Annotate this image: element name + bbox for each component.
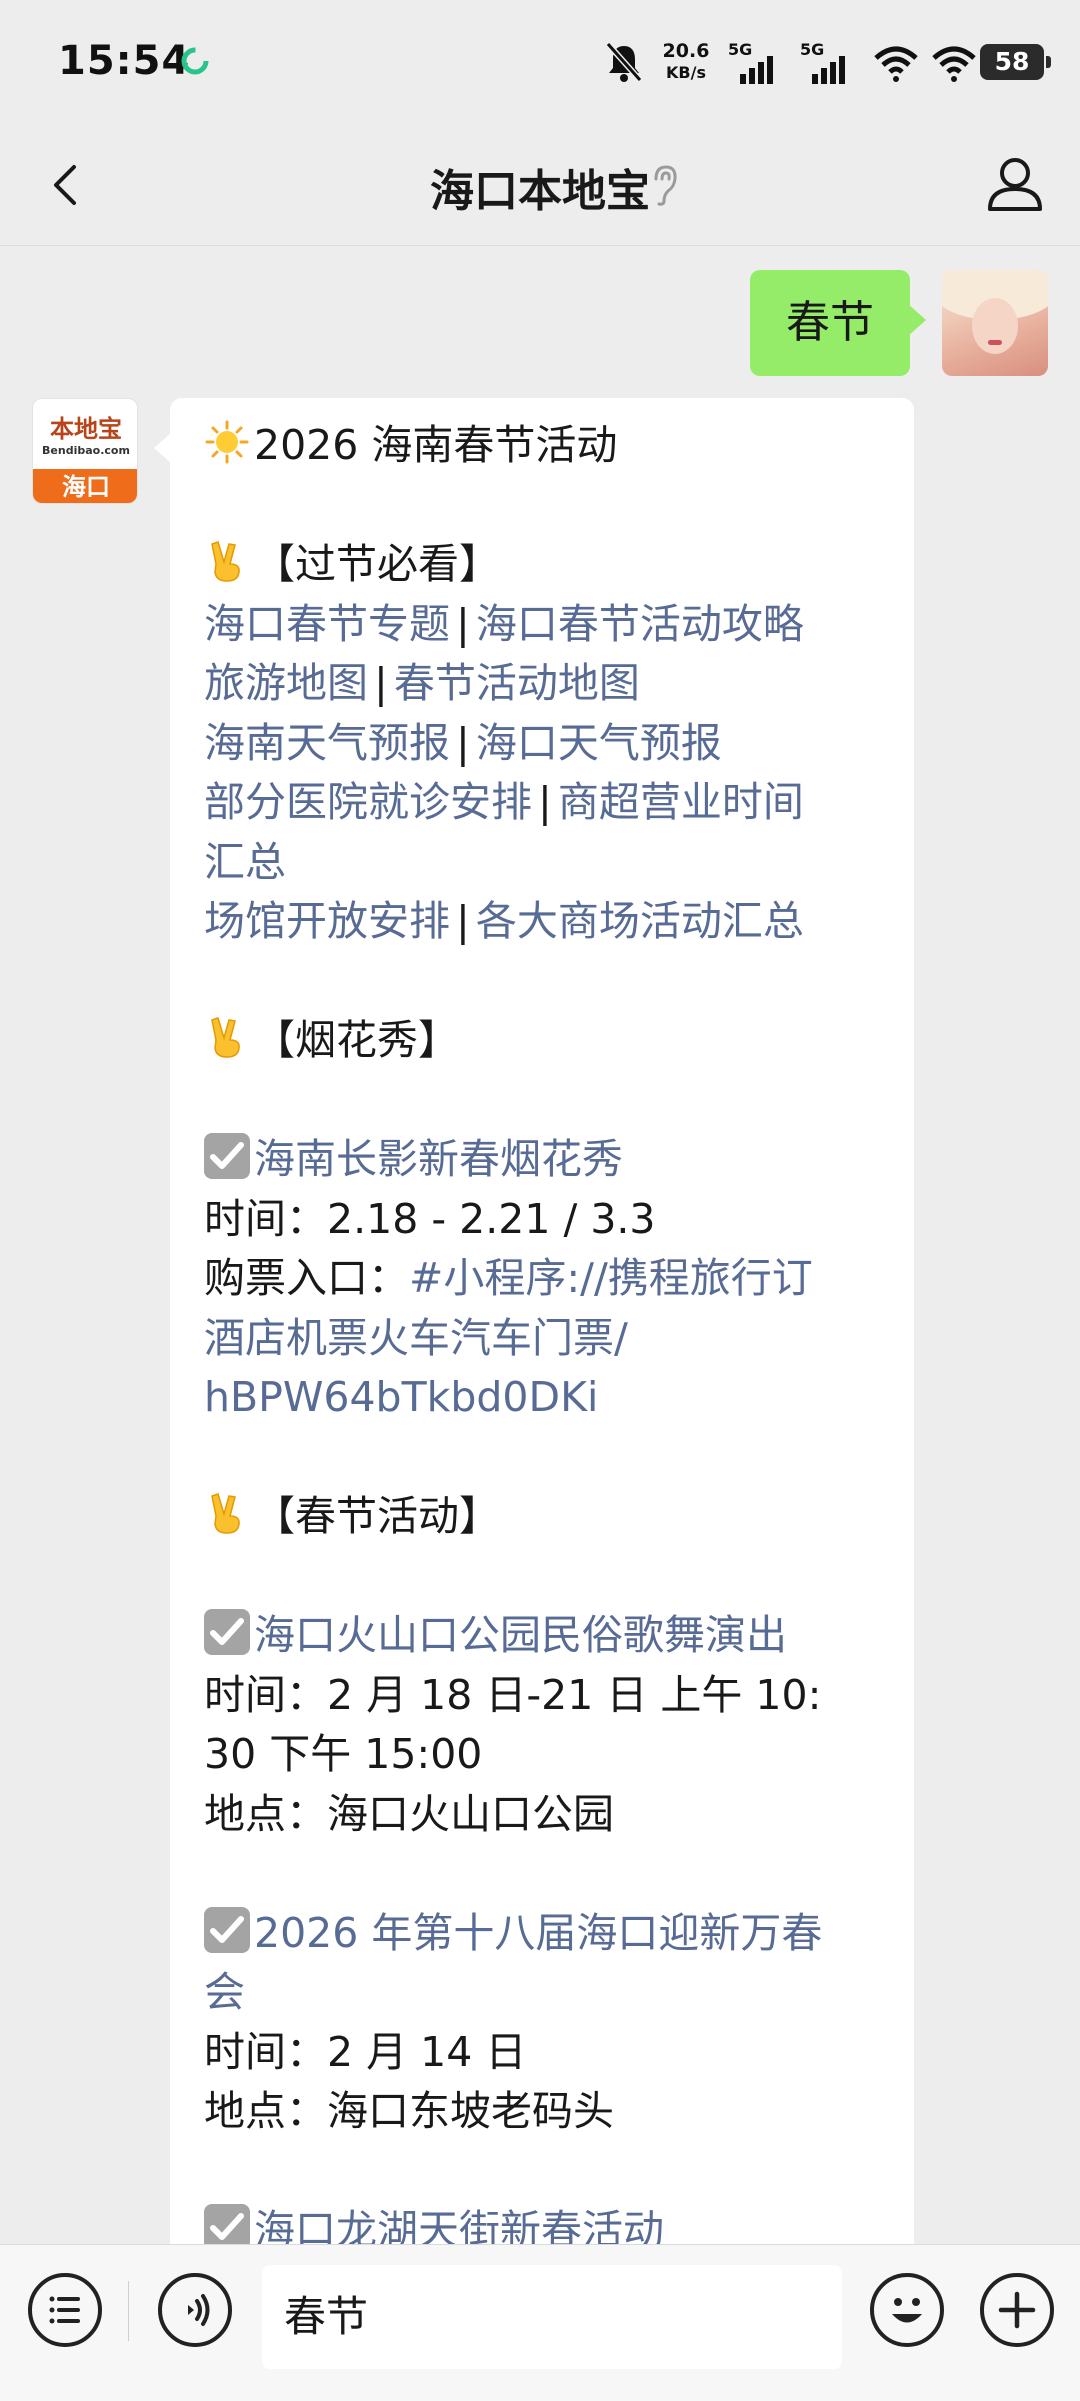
user-avatar[interactable]	[942, 270, 1048, 376]
check-box-icon	[204, 2204, 250, 2244]
chat-area[interactable]: 春节 本地宝 Bendibao.com 海口 2026 海南春节活动 【过节必看…	[0, 246, 1080, 2244]
link-store-hours-cont[interactable]: 汇总	[204, 838, 286, 886]
link-ticket-miniprogram-cont[interactable]: 酒店机票火车汽车门票/	[204, 1314, 628, 1362]
signal-sim2-icon: 5G	[800, 40, 870, 86]
victory-hand-icon	[211, 1493, 240, 1534]
ticket-line-cont: hBPW64bTkbd0DKi	[204, 1368, 880, 1428]
event-title-line: 海口火山口公园民俗歌舞演出	[204, 1606, 880, 1666]
chat-title: 海口本地宝	[430, 166, 650, 217]
signal-sim1-icon: 5G	[728, 40, 798, 86]
message-input[interactable]	[262, 2265, 842, 2369]
list-icon	[49, 2296, 80, 2324]
check-box-icon	[204, 1906, 250, 1953]
link-store-hours[interactable]: 商超营业时间	[558, 778, 804, 826]
link-row: 海口春节专题 | 海口春节活动攻略	[204, 599, 804, 648]
ticket-line-cont: 酒店机票火车汽车门票/	[204, 1309, 880, 1369]
emoji-button[interactable]	[870, 2273, 944, 2347]
app-notification-icon	[181, 47, 209, 75]
wifi-icon	[874, 46, 918, 82]
check-box-icon	[204, 1133, 250, 1179]
link-mall-events[interactable]: 各大商场活动汇总	[476, 897, 804, 945]
link-haikou-spring-topic[interactable]: 海口春节专题	[204, 600, 450, 648]
ear-icon	[654, 165, 677, 206]
link-row: 旅游地图 | 春节活动地图	[204, 659, 640, 707]
event-place: 地点：海口东坡老码头	[204, 2087, 614, 2135]
sent-message-bubble[interactable]: 春节	[750, 270, 926, 376]
event-time-cont: 30 下午 15:00	[204, 1730, 483, 1778]
network-speed: 20.6 KB/s	[662, 40, 710, 82]
link-event-longhu-street[interactable]: 海口龙湖天街新春活动	[254, 2206, 664, 2244]
event-title-line: 2026 年第十八届海口迎新万春	[204, 1904, 880, 1964]
link-hospital-schedule[interactable]: 部分医院就诊安排	[204, 778, 532, 826]
ticket-line: 购票入口：#小程序://携程旅行订	[204, 1254, 813, 1302]
link-haikou-spring-guide[interactable]: 海口春节活动攻略	[476, 600, 804, 648]
mute-bell-icon	[605, 42, 643, 82]
reply-title: 2026 海南春节活动	[254, 421, 618, 469]
event-title-cont: 会	[204, 1963, 880, 2023]
section-header-fireworks: 【烟花秀】	[204, 1011, 880, 1071]
section-header-spring-events: 【春节活动】	[204, 1487, 880, 1547]
nav-bar: 海口本地宝	[0, 125, 1080, 246]
link-activity-map[interactable]: 春节活动地图	[394, 659, 640, 707]
plus-icon	[998, 2291, 1036, 2329]
link-hainan-weather[interactable]: 海南天气预报	[204, 719, 450, 767]
battery-indicator: 58	[980, 44, 1051, 80]
link-row: 汇总	[204, 833, 880, 893]
section-header-must-see: 【过节必看】	[204, 535, 880, 595]
sent-message-row: 春节	[0, 258, 1080, 376]
link-row: 部分医院就诊安排 | 商超营业时间	[204, 778, 804, 826]
status-bar: 15:54 20.6 KB/s 5G 5G 58	[0, 0, 1080, 125]
input-bar-divider	[128, 2281, 129, 2341]
event-title-line: 海南长影新春烟花秀	[204, 1130, 880, 1190]
profile-button[interactable]	[980, 149, 1050, 219]
check-box-icon	[204, 1609, 250, 1655]
link-event-volcano-park[interactable]: 海口火山口公园民俗歌舞演出	[254, 1611, 787, 1659]
input-bar	[0, 2244, 1080, 2401]
status-time: 15:54	[58, 38, 191, 84]
smiley-icon	[892, 2298, 922, 2323]
link-travel-map[interactable]: 旅游地图	[204, 659, 368, 707]
reply-message-bubble[interactable]: 2026 海南春节活动 【过节必看】 海口春节专题 | 海口春节活动攻略 旅游地图 |…	[154, 398, 914, 2244]
reply-title-line: 2026 海南春节活动	[204, 416, 880, 476]
link-row: 场馆开放安排 | 各大商场活动汇总	[204, 897, 804, 945]
link-ticket-miniprogram-code[interactable]: hBPW64bTkbd0DKi	[204, 1373, 598, 1421]
event-time: 时间：2 月 18 日-21 日 上午 10:	[204, 1670, 822, 1719]
status-icons: 20.6 KB/s 5G 5G 58	[604, 34, 1051, 94]
sun-icon	[205, 420, 249, 464]
voice-icon	[188, 2294, 210, 2326]
event-place: 地点：海口火山口公园	[204, 1789, 614, 1838]
link-ticket-miniprogram[interactable]: #小程序://携程旅行订	[409, 1254, 813, 1302]
link-row: 海南天气预报 | 海口天气预报	[204, 718, 722, 767]
voice-button[interactable]	[158, 2273, 232, 2347]
wifi-icon-2	[932, 46, 976, 82]
bot-avatar[interactable]: 本地宝 Bendibao.com 海口	[32, 398, 138, 504]
event-time: 时间：2.18 - 2.21 / 3.3	[204, 1194, 656, 1243]
link-event-fireworks[interactable]: 海南长影新春烟花秀	[254, 1135, 623, 1183]
event-time: 时间：2 月 14 日	[204, 2027, 527, 2076]
victory-hand-icon	[211, 1017, 240, 1058]
menu-button[interactable]	[28, 2273, 102, 2347]
link-event-new-year-gala-cont[interactable]: 会	[204, 1968, 245, 2016]
link-event-new-year-gala[interactable]: 2026 年第十八届海口迎新万春	[254, 1909, 822, 1957]
victory-hand-icon	[211, 541, 240, 582]
event-title-line: 海口龙湖天街新春活动	[204, 2201, 880, 2244]
link-haikou-weather[interactable]: 海口天气预报	[476, 719, 722, 767]
plus-button[interactable]	[980, 2273, 1054, 2347]
link-venue-schedule[interactable]: 场馆开放安排	[204, 897, 450, 945]
